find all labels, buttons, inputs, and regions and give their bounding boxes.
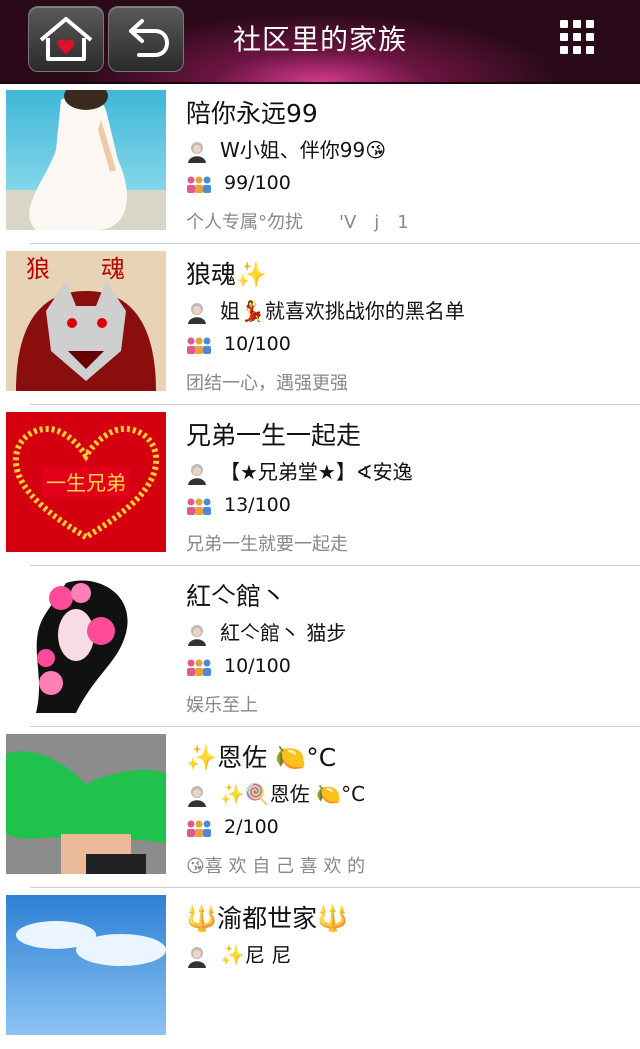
member-count: 99/100	[224, 172, 291, 194]
owner-name: W小姐、伴你99😘	[220, 138, 387, 162]
divider	[30, 404, 640, 405]
group-owner: 【★兄弟堂★】∢安逸	[186, 456, 413, 485]
divider	[30, 887, 640, 888]
members-icon	[187, 498, 211, 515]
group-name: 兄弟一生一起走	[186, 421, 362, 450]
list-item[interactable]: 陪你永远99 W小姐、伴你99😘 99/100 个人专属°勿扰 'V j 1	[0, 84, 640, 244]
member-count: 10/100	[224, 655, 291, 677]
group-motto: 个人专属°勿扰 'V j 1	[186, 212, 409, 233]
svg-text:一生兄弟: 一生兄弟	[46, 471, 126, 495]
owner-name: 紅亽館丶 猫步	[220, 621, 347, 645]
group-members: 10/100	[186, 333, 291, 355]
group-owner: ✨🍭恩佐 🍋°C	[186, 778, 365, 807]
back-button[interactable]	[108, 6, 184, 72]
group-avatar: 狼 魂	[6, 251, 166, 391]
owner-avatar-icon	[188, 624, 206, 646]
owner-avatar-icon	[188, 463, 206, 485]
group-members: 10/100	[186, 655, 291, 677]
owner-avatar-icon	[188, 302, 206, 324]
owner-avatar-icon	[188, 946, 206, 968]
list-item[interactable]: ✨恩佐 🍋°C ✨🍭恩佐 🍋°C 2/100 😘喜 欢 自 己 喜 欢 的	[0, 728, 640, 888]
members-icon	[187, 337, 211, 354]
group-avatar	[6, 895, 166, 1035]
svg-text:魂: 魂	[101, 255, 125, 283]
page-title: 社区里的家族	[232, 23, 407, 56]
members-icon	[187, 820, 211, 837]
group-avatar: 一生兄弟	[6, 412, 166, 552]
group-owner: 姐💃就喜欢挑战你的黑名单	[186, 295, 465, 324]
group-motto: 兄弟一生就要一起走	[186, 534, 348, 555]
group-motto: 团结一心，遇强更强	[186, 373, 348, 394]
group-name: 陪你永远99	[186, 99, 318, 128]
members-icon	[187, 176, 211, 193]
list-item[interactable]: 狼 魂 狼魂✨ 姐💃就喜欢挑战你的黑名单 10/100 团结一心，遇强更强	[0, 245, 640, 405]
group-members: 13/100	[186, 494, 291, 516]
group-name: 🔱渝都世家🔱	[186, 904, 349, 933]
owner-avatar-icon	[188, 141, 206, 163]
svg-text:狼: 狼	[26, 255, 50, 283]
group-owner: W小姐、伴你99😘	[186, 134, 386, 163]
group-motto: 娱乐至上	[186, 695, 258, 716]
group-owner: ✨尼 尼	[186, 939, 291, 968]
divider	[30, 726, 640, 727]
back-arrow-icon	[129, 19, 170, 57]
group-name: ✨恩佐 🍋°C	[186, 743, 337, 772]
member-count: 10/100	[224, 333, 291, 355]
owner-name: 姐💃就喜欢挑战你的黑名单	[220, 299, 465, 323]
grid-menu-icon[interactable]	[560, 20, 594, 54]
list-item[interactable]: 一生兄弟 兄弟一生一起走 【★兄弟堂★】∢安逸 13/100 兄弟一生就要一起走	[0, 406, 640, 566]
group-name: 紅亽館丶	[186, 582, 287, 611]
home-button[interactable]	[28, 6, 104, 72]
group-name: 狼魂✨	[186, 260, 268, 289]
group-avatar	[6, 90, 166, 230]
header-bar: 社区里的家族	[0, 0, 640, 84]
group-motto: 😘喜 欢 自 己 喜 欢 的	[186, 856, 366, 877]
home-heart-icon	[39, 17, 93, 61]
group-members: 2/100	[186, 816, 279, 838]
divider	[30, 243, 640, 244]
group-members: 99/100	[186, 172, 291, 194]
member-count: 2/100	[224, 816, 279, 838]
owner-avatar-icon	[188, 785, 206, 807]
group-avatar	[6, 573, 166, 713]
group-avatar	[6, 734, 166, 874]
owner-name: ✨🍭恩佐 🍋°C	[220, 782, 366, 806]
list-item[interactable]: 紅亽館丶 紅亽館丶 猫步 10/100 娱乐至上	[0, 567, 640, 727]
group-owner: 紅亽館丶 猫步	[186, 617, 346, 646]
list-item[interactable]: 🔱渝都世家🔱 ✨尼 尼	[0, 889, 640, 1049]
member-count: 13/100	[224, 494, 291, 516]
owner-name: ✨尼 尼	[220, 943, 292, 967]
members-icon	[187, 659, 211, 676]
divider	[30, 565, 640, 566]
owner-name: 【★兄弟堂★】∢安逸	[220, 460, 413, 484]
